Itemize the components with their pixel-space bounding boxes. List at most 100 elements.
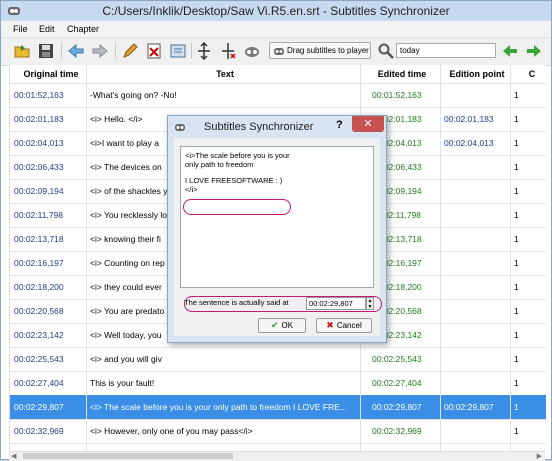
col-text[interactable]: Text: [90, 69, 360, 79]
col-c[interactable]: C: [522, 69, 542, 79]
col-edited-time[interactable]: Edited time: [362, 69, 442, 79]
arrow-left-icon[interactable]: [67, 42, 85, 60]
highlight-ring: [183, 199, 291, 215]
cell-original-time: 00:02:25,543: [14, 354, 64, 364]
cell-c: 1: [514, 258, 519, 268]
close-button[interactable]: ✕: [352, 116, 384, 132]
window-title: C:/Users/Inklik/Desktop/Saw Vi.R5.en.srt…: [102, 4, 450, 18]
save-icon[interactable]: [37, 42, 55, 60]
table-row[interactable]: 00:02:27,404 This is your fault! 00:02:27,…: [10, 371, 546, 396]
dialog-app-icon: [174, 122, 186, 132]
cell-edition-point: 00:02:01,183: [444, 114, 494, 124]
cell-original-time: 00:02:20,568: [14, 306, 64, 316]
menu-bar: File Edit Chapter: [1, 21, 551, 38]
prev-green-arrow-icon[interactable]: [501, 42, 519, 60]
scroll-left-icon[interactable]: ◀: [11, 452, 16, 460]
cell-original-time: 00:02:06,433: [14, 162, 64, 172]
text-line: I LOVE FREESOFTWARE : ): [185, 176, 283, 185]
cell-c: 1: [514, 114, 519, 124]
pencil-icon[interactable]: [121, 42, 139, 60]
dialog-title-bar: Subtitles Synchronizer ? ✕: [168, 116, 386, 138]
table-row[interactable]: 00:02:25,543 <i> and you will giv 00:02:25…: [10, 347, 546, 372]
cell-c: 1: [514, 402, 519, 412]
cancel-icon: ✖: [326, 320, 334, 330]
cell-c: 1: [514, 234, 519, 244]
cell-edited-time: 00:02:29,807: [372, 402, 422, 412]
cell-original-time: 00:02:23,142: [14, 330, 64, 340]
cell-text: -What's going on? -No!: [90, 90, 177, 100]
main-window: C:/Users/Inklik/Desktop/Saw Vi.R5.en.srt…: [0, 0, 552, 461]
cancel-button[interactable]: ✖ Cancel: [316, 318, 372, 333]
title-bar: C:/Users/Inklik/Desktop/Saw Vi.R5.en.srt…: [1, 1, 551, 21]
table-row[interactable]: 00:02:29,807 <i> The scale before you is …: [10, 395, 546, 420]
dialog-title: Subtitles Synchronizer: [204, 121, 314, 133]
next-green-arrow-icon[interactable]: [525, 42, 543, 60]
cell-c: 1: [514, 426, 519, 436]
cell-c: 1: [514, 90, 519, 100]
subtitle-text-area[interactable]: <i>The scale before you is your only pat…: [180, 146, 374, 288]
cell-text: <i> and you will giv: [90, 354, 162, 364]
merge-icon[interactable]: [219, 42, 237, 60]
cell-original-time: 00:02:01,183: [14, 114, 64, 124]
check-icon: ✔: [270, 320, 279, 330]
table-row[interactable]: 00:01:52,163 -What's going on? -No! 00:01:…: [10, 83, 546, 108]
delete-icon[interactable]: [145, 42, 163, 60]
cell-c: 1: [514, 138, 519, 148]
cancel-label: Cancel: [336, 321, 362, 330]
col-original-time[interactable]: Original time: [14, 69, 88, 79]
text-line: <i>The scale before you is your: [185, 151, 290, 160]
cell-c: 1: [514, 210, 519, 220]
player-icon[interactable]: [243, 42, 261, 60]
search-icon[interactable]: [377, 42, 395, 60]
scroll-thumb[interactable]: [23, 453, 233, 459]
open-folder-icon[interactable]: [13, 42, 31, 60]
scroll-right-icon[interactable]: ▶: [537, 452, 542, 460]
cell-text: <i> However, only one of you may pass</i…: [90, 426, 253, 436]
split-icon[interactable]: [195, 42, 213, 60]
cell-original-time: 00:02:04,013: [14, 138, 64, 148]
drag-subtitles-label: Drag subtitles to player: [287, 46, 369, 55]
import-icon[interactable]: [169, 42, 187, 60]
table-header: Original time Text Edited time Edition p…: [10, 65, 546, 84]
cell-edited-time: 00:02:32,969: [372, 426, 422, 436]
cell-edited-time: 00:02:25,543: [372, 354, 422, 364]
cell-edition-point: 00:02:29,807: [444, 402, 494, 412]
ok-button[interactable]: ✔ OK: [258, 318, 306, 333]
cell-text: <i> The scale before you is your only pa…: [90, 402, 347, 412]
cell-original-time: 00:02:13,718: [14, 234, 64, 244]
cell-c: 1: [514, 282, 519, 292]
menu-chapter[interactable]: Chapter: [67, 24, 99, 34]
dialog-body: <i>The scale before you is your only pat…: [174, 138, 382, 336]
text-line: only path to freedom: [185, 160, 254, 169]
cell-original-time: 00:02:18,200: [14, 282, 64, 292]
cell-original-time: 00:02:32,969: [14, 426, 64, 436]
search-input[interactable]: today: [396, 43, 496, 58]
table-row[interactable]: 00:02:32,969 <i> However, only one of you…: [10, 419, 546, 444]
menu-file[interactable]: File: [13, 24, 28, 34]
cell-c: 1: [514, 330, 519, 340]
cell-original-time: 00:02:27,404: [14, 378, 64, 388]
cell-c: 1: [514, 378, 519, 388]
cell-c: 1: [514, 306, 519, 316]
table-row[interactable]: 00:02:36,490<i> and the toll is the ulti…: [10, 443, 546, 451]
cell-text: This is your fault!: [90, 378, 155, 388]
text-line: </i>: [185, 185, 198, 194]
cell-original-time: 00:02:16,197: [14, 258, 64, 268]
cell-original-time: 00:02:29,807: [14, 402, 64, 412]
drag-subtitles-button[interactable]: Drag subtitles to player: [269, 42, 371, 59]
cell-original-time: 00:02:11,798: [14, 210, 63, 220]
cell-original-time: 00:02:09,194: [14, 186, 64, 196]
arrow-right-icon[interactable]: [91, 42, 109, 60]
cell-edited-time: 00:02:27,404: [372, 378, 422, 388]
cell-edited-time: 00:01:52,163: [372, 90, 422, 100]
cell-c: 1: [514, 186, 519, 196]
ok-label: OK: [281, 321, 294, 330]
cell-c: 1: [514, 162, 519, 172]
menu-edit[interactable]: Edit: [39, 24, 55, 34]
highlight-ring: [184, 296, 382, 312]
cell-original-time: 00:01:52,163: [14, 90, 64, 100]
cell-edition-point: 00:02:04,013: [444, 138, 494, 148]
toolbar: Drag subtitles to player today: [1, 38, 551, 66]
col-edition-point[interactable]: Edition point: [442, 69, 512, 79]
help-button[interactable]: ?: [336, 119, 343, 131]
